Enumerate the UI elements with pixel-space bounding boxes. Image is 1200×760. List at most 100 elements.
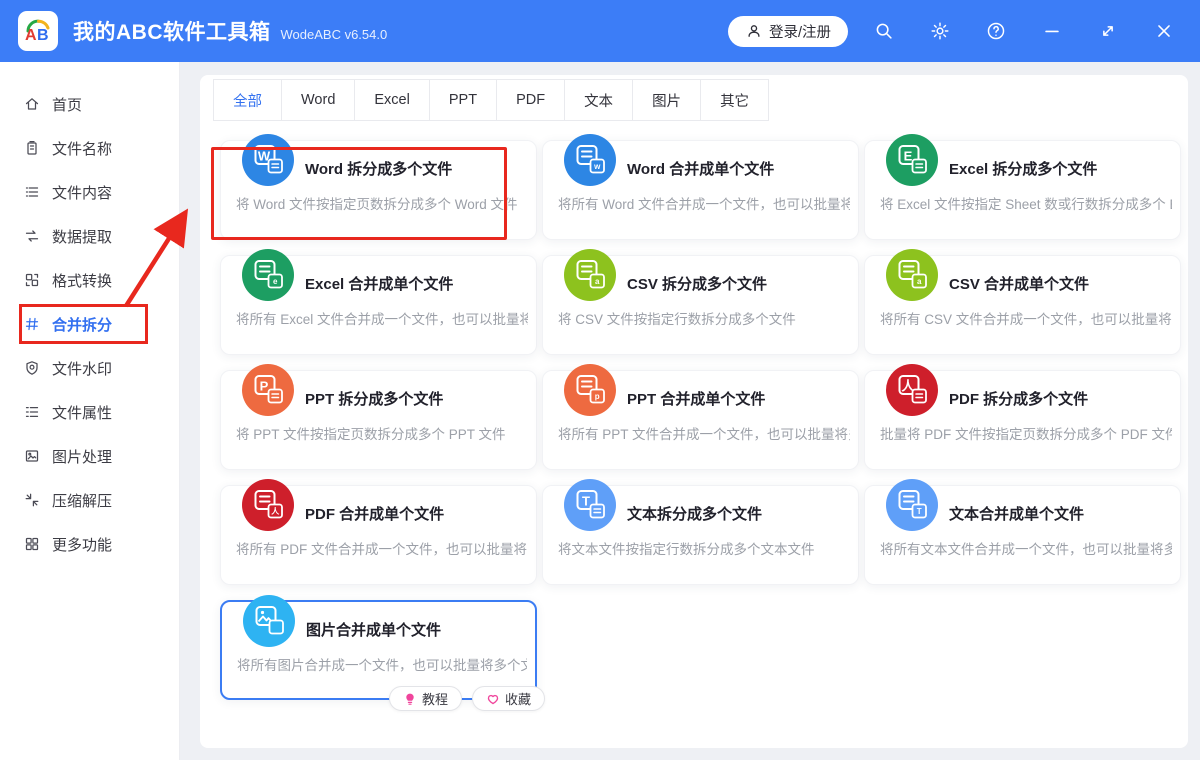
favorite-button[interactable]: 收藏 xyxy=(471,686,545,711)
tab-Excel[interactable]: Excel xyxy=(354,79,430,121)
svg-text:B: B xyxy=(37,27,49,44)
tool-card-description: 将 CSV 文件按指定行数拆分成多个文件 xyxy=(558,312,796,327)
sidebar-item-label: 格式转换 xyxy=(52,272,113,290)
word-split-icon: W xyxy=(241,133,295,187)
sidebar-item-compress[interactable]: 压缩解压 xyxy=(0,478,179,522)
tutorial-button[interactable]: 教程 xyxy=(388,686,462,711)
tool-card-ppt-merge[interactable]: p PPT 合并成单个文件 将所有 PPT 文件合并成一个文件，也可以批量将多 xyxy=(542,364,859,470)
excel-split-icon: E xyxy=(885,133,939,187)
titlebar: A B 我的ABC软件工具箱 WodeABC v6.54.0 登录/注册 xyxy=(0,0,1200,62)
sidebar-item-more-features[interactable]: 更多功能 xyxy=(0,522,179,566)
tab-PPT[interactable]: PPT xyxy=(428,79,498,121)
resize-icon[interactable] xyxy=(1088,11,1128,51)
app-title: 我的ABC软件工具箱 xyxy=(73,21,271,44)
sidebar: 首页 文件名称 文件内容 数据提取 格式转换 合并拆分 文件水印 文件属性 图片… xyxy=(0,62,180,760)
format-convert-icon xyxy=(24,272,40,288)
sidebar-item-label: 文件名称 xyxy=(52,140,113,158)
tab-Word[interactable]: Word xyxy=(281,79,356,121)
tool-card-description: 将文本文件按指定行数拆分成多个文本文件 xyxy=(558,542,815,557)
tool-card-description: 将 Word 文件按指定页数拆分成多个 Word 文件 xyxy=(236,197,518,212)
tool-card-excel-split[interactable]: E Excel 拆分成多个文件 将 Excel 文件按指定 Sheet 数或行数… xyxy=(864,134,1181,240)
sidebar-item-file-content[interactable]: 文件内容 xyxy=(0,170,179,214)
file-props-icon xyxy=(24,404,40,420)
watermark-icon xyxy=(24,360,40,376)
sidebar-item-home[interactable]: 首页 xyxy=(0,82,179,126)
tool-card-text-split[interactable]: T 文本拆分成多个文件 将文本文件按指定行数拆分成多个文本文件 xyxy=(542,479,859,585)
tool-card-word-merge[interactable]: w Word 合并成单个文件 将所有 Word 文件合并成一个文件，也可以批量将… xyxy=(542,134,859,240)
tool-card-description: 将 PPT 文件按指定页数拆分成多个 PPT 文件 xyxy=(236,427,506,442)
sidebar-item-label: 数据提取 xyxy=(52,228,113,246)
category-tabs: 全部 Word Excel PPT PDF 文本 图片 其它 xyxy=(213,79,770,121)
tool-card-ppt-split[interactable]: P PPT 拆分成多个文件 将 PPT 文件按指定页数拆分成多个 PPT 文件 xyxy=(220,364,537,470)
tool-card-title: PDF 拆分成多个文件 xyxy=(949,391,1089,408)
settings-gear-icon[interactable] xyxy=(920,11,960,51)
login-register-button[interactable]: 登录/注册 xyxy=(727,15,848,47)
search-icon[interactable] xyxy=(864,11,904,51)
text-merge-icon: T xyxy=(885,478,939,532)
tool-card-description: 批量将 PDF 文件按指定页数拆分成多个 PDF 文件 xyxy=(880,427,1172,442)
tool-card-title: PPT 合并成单个文件 xyxy=(627,391,766,408)
svg-text:a: a xyxy=(595,277,600,286)
ppt-merge-icon: p xyxy=(563,363,617,417)
excel-merge-icon: e xyxy=(241,248,295,302)
close-icon[interactable] xyxy=(1144,11,1184,51)
sidebar-item-file-props[interactable]: 文件属性 xyxy=(0,390,179,434)
tool-card-excel-merge[interactable]: e Excel 合并成单个文件 将所有 Excel 文件合并成一个文件，也可以批… xyxy=(220,249,537,355)
sidebar-item-label: 更多功能 xyxy=(52,536,113,554)
text-split-icon: T xyxy=(563,478,617,532)
tab-文本[interactable]: 文本 xyxy=(564,79,634,121)
favorite-heart-icon xyxy=(487,694,499,704)
tab-其它[interactable]: 其它 xyxy=(700,79,770,121)
svg-text:a: a xyxy=(917,277,922,286)
word-merge-icon: w xyxy=(563,133,617,187)
tool-card-title: Word 合并成单个文件 xyxy=(627,161,775,178)
home-icon xyxy=(24,96,40,112)
tool-card-description: 将所有 CSV 文件合并成一个文件，也可以批量将多 xyxy=(880,312,1172,327)
svg-text:T: T xyxy=(917,507,922,516)
tab-PDF[interactable]: PDF xyxy=(496,79,566,121)
app-version: WodeABC v6.54.0 xyxy=(280,26,388,42)
tool-card-description: 将所有 PDF 文件合并成一个文件，也可以批量将多 xyxy=(236,542,528,557)
tool-card-description: 将所有 Excel 文件合并成一个文件，也可以批量将多 xyxy=(236,312,528,327)
tool-card-word-split[interactable]: W Word 拆分成多个文件 将 Word 文件按指定页数拆分成多个 Word … xyxy=(220,134,537,240)
image-merge-icon xyxy=(242,594,296,648)
tab-图片[interactable]: 图片 xyxy=(632,79,702,121)
app-logo-icon: A B xyxy=(18,11,58,51)
tool-card-description: 将 Excel 文件按指定 Sheet 数或行数拆分成多个 Exc xyxy=(880,197,1172,212)
compress-icon xyxy=(24,492,40,508)
tool-card-title: PPT 拆分成多个文件 xyxy=(305,391,444,408)
ppt-split-icon: P xyxy=(241,363,295,417)
sidebar-item-label: 压缩解压 xyxy=(52,492,113,510)
sidebar-item-watermark[interactable]: 文件水印 xyxy=(0,346,179,390)
sidebar-item-file-name[interactable]: 文件名称 xyxy=(0,126,179,170)
tool-card-pdf-merge[interactable]: 人 PDF 合并成单个文件 将所有 PDF 文件合并成一个文件，也可以批量将多 xyxy=(220,479,537,585)
tool-card-image-merge[interactable]: 图片合并成单个文件 将所有图片合并成一个文件，也可以批量将多个文 教程 收藏 xyxy=(220,595,545,711)
minimize-icon[interactable] xyxy=(1032,11,1072,51)
pdf-split-icon: 人 xyxy=(885,363,939,417)
tool-card-description: 将所有文本文件合并成一个文件，也可以批量将多 xyxy=(880,542,1172,557)
tool-card-title: CSV 拆分成多个文件 xyxy=(627,276,768,293)
svg-text:P: P xyxy=(260,379,269,394)
tool-card-pdf-split[interactable]: 人 PDF 拆分成多个文件 批量将 PDF 文件按指定页数拆分成多个 PDF 文… xyxy=(864,364,1181,470)
csv-merge-icon: a xyxy=(885,248,939,302)
more-features-icon xyxy=(24,536,40,552)
sidebar-item-data-extract[interactable]: 数据提取 xyxy=(0,214,179,258)
help-icon[interactable] xyxy=(976,11,1016,51)
file-name-icon xyxy=(24,140,40,156)
tool-card-title: CSV 合并成单个文件 xyxy=(949,276,1090,293)
svg-text:T: T xyxy=(582,494,590,509)
sidebar-item-merge-split[interactable]: 合并拆分 xyxy=(0,302,179,346)
tool-card-csv-split[interactable]: a CSV 拆分成多个文件 将 CSV 文件按指定行数拆分成多个文件 xyxy=(542,249,859,355)
sidebar-item-format-convert[interactable]: 格式转换 xyxy=(0,258,179,302)
tool-card-title: PDF 合并成单个文件 xyxy=(305,506,445,523)
tool-card-title: 文本合并成单个文件 xyxy=(949,506,1085,523)
tool-card-title: 文本拆分成多个文件 xyxy=(627,506,763,523)
login-register-label: 登录/注册 xyxy=(768,24,831,41)
sidebar-item-label: 文件水印 xyxy=(52,360,113,378)
tool-card-text-merge[interactable]: T 文本合并成单个文件 将所有文本文件合并成一个文件，也可以批量将多 xyxy=(864,479,1181,585)
sidebar-item-image-process[interactable]: 图片处理 xyxy=(0,434,179,478)
tab-全部[interactable]: 全部 xyxy=(213,79,282,121)
sidebar-item-label: 首页 xyxy=(52,96,83,114)
sidebar-item-label: 合并拆分 xyxy=(52,316,113,334)
tool-card-csv-merge[interactable]: a CSV 合并成单个文件 将所有 CSV 文件合并成一个文件，也可以批量将多 xyxy=(864,249,1181,355)
